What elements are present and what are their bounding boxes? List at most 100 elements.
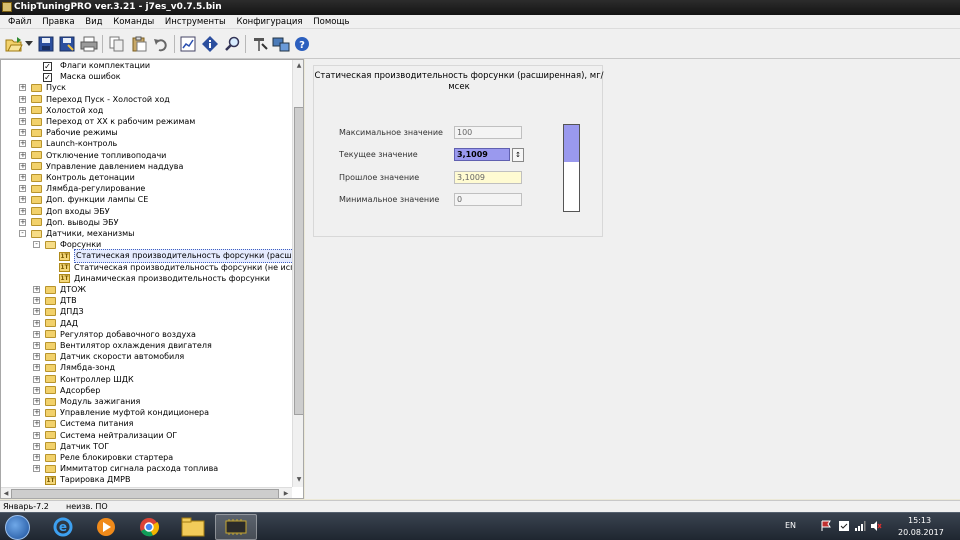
chrome-icon[interactable] [128, 514, 170, 540]
dropdown-arrow-icon[interactable] [24, 34, 34, 54]
scroll-thumb[interactable] [294, 107, 303, 415]
expand-icon[interactable]: + [19, 129, 26, 137]
scroll-down-icon[interactable]: ▼ [294, 475, 303, 485]
tree-item[interactable]: + Регулятор добавочного воздуха [1, 329, 291, 340]
expand-icon[interactable]: + [19, 118, 26, 125]
expand-icon[interactable]: + [33, 353, 40, 361]
tree-item[interactable]: + Рабочие режимы [1, 127, 291, 138]
tree-item[interactable]: - Датчики, механизмы [1, 228, 291, 239]
value-spinner-icon[interactable]: ↕ [512, 148, 524, 162]
tree-item[interactable]: + Переход Пуск - Холостой ход [1, 94, 291, 105]
expand-icon[interactable]: + [33, 308, 40, 316]
tree-item[interactable]: + Launch-контроль [1, 138, 291, 149]
clock-time[interactable]: 15:13 [908, 516, 931, 525]
tree-item[interactable]: + ДТВ [1, 295, 291, 306]
expand-icon[interactable]: + [19, 162, 26, 170]
connect-icon[interactable] [271, 34, 291, 54]
window-title-bar[interactable]: ChipTuningPRO ver.3.21 - j7es_v0.7.5.bin [0, 0, 960, 15]
open-icon[interactable] [4, 34, 24, 54]
expand-icon[interactable]: + [33, 398, 40, 405]
scroll-right-icon[interactable]: ▶ [281, 489, 291, 498]
flag-icon[interactable] [820, 520, 832, 534]
tree-item[interactable]: + Иммитатор сигнала расхода топлива [1, 463, 291, 474]
internet-explorer-icon[interactable]: e [42, 514, 84, 540]
volume-muted-icon[interactable] [870, 520, 882, 534]
expand-icon[interactable]: + [33, 286, 40, 293]
collapse-icon[interactable]: - [33, 241, 40, 249]
tree-item[interactable]: + Переход от ХХ к рабочим режимам [1, 116, 291, 127]
expand-icon[interactable]: + [19, 218, 26, 226]
language-indicator[interactable]: EN [785, 521, 796, 530]
expand-icon[interactable]: + [33, 420, 40, 428]
save-as-icon[interactable] [57, 34, 77, 54]
expand-icon[interactable]: + [19, 106, 26, 114]
menu-configuration[interactable]: Конфигурация [232, 15, 306, 29]
expand-icon[interactable]: + [33, 364, 40, 372]
expand-icon[interactable]: + [33, 342, 40, 349]
expand-icon[interactable]: + [33, 386, 40, 394]
expand-icon[interactable]: + [19, 174, 26, 181]
tree-item[interactable]: + Доп. функции лампы СЕ [1, 194, 291, 205]
tree-item[interactable]: + Доп. выводы ЭБУ [1, 217, 291, 228]
expand-icon[interactable]: + [33, 465, 40, 473]
chiptuningpro-icon[interactable] [215, 514, 257, 540]
search-icon[interactable] [222, 34, 242, 54]
scroll-thumb-horizontal[interactable] [11, 489, 279, 498]
menu-edit[interactable]: Правка [38, 15, 78, 29]
expand-icon[interactable]: + [33, 319, 40, 327]
tree-item[interactable]: + ДТОЖ [1, 284, 291, 295]
tree-item[interactable]: ✓ Маска ошибок [1, 71, 291, 82]
collapse-icon[interactable]: - [19, 230, 26, 237]
tree-item[interactable]: 1T Динамическая производительность форсун… [1, 273, 291, 284]
tree-item[interactable]: + Адсорбер [1, 385, 291, 396]
expand-icon[interactable]: + [33, 409, 40, 417]
expand-icon[interactable]: + [33, 375, 40, 383]
tree-item[interactable]: + Отключение топливоподачи [1, 150, 291, 161]
clock-date[interactable]: 20.08.2017 [898, 528, 944, 537]
tree-item[interactable]: + ДАД [1, 318, 291, 329]
tree-item[interactable]: + Пуск [1, 82, 291, 93]
menu-view[interactable]: Вид [81, 15, 106, 29]
tree-item[interactable]: + Лямбда-зонд [1, 362, 291, 373]
print-icon[interactable] [79, 34, 99, 54]
expand-icon[interactable]: + [33, 297, 40, 305]
start-button[interactable] [5, 515, 30, 540]
expand-icon[interactable]: + [19, 185, 26, 193]
scroll-left-icon[interactable]: ◀ [1, 489, 11, 498]
scroll-up-icon[interactable]: ▲ [294, 61, 303, 71]
tree-item[interactable]: + Реле блокировки стартера [1, 452, 291, 463]
undo-icon[interactable] [151, 34, 171, 54]
tree-item[interactable]: + ДПДЗ [1, 306, 291, 317]
tree-item[interactable]: + Лямбда-регулирование [1, 183, 291, 194]
help-icon[interactable]: ? [292, 34, 312, 54]
save-icon[interactable] [36, 34, 56, 54]
expand-icon[interactable]: + [19, 95, 26, 103]
tree-item[interactable]: + Вентилятор охлаждения двигателя [1, 340, 291, 351]
tree-item[interactable]: + Контроль детонации [1, 172, 291, 183]
paste-icon[interactable] [129, 34, 149, 54]
menu-commands[interactable]: Команды [109, 15, 158, 29]
menu-file[interactable]: Файл [4, 15, 35, 29]
tree-item[interactable]: 1T Тарировка ДМРВ [1, 474, 291, 485]
tools-icon[interactable] [250, 34, 270, 54]
tree-item[interactable]: + Управление давлением наддува [1, 161, 291, 172]
tree-item[interactable]: + Система питания [1, 418, 291, 429]
expand-icon[interactable]: + [19, 84, 26, 92]
horizontal-scrollbar[interactable]: ◀ ▶ [1, 487, 292, 498]
expand-icon[interactable]: + [19, 140, 26, 148]
tree-item[interactable]: + Датчик скорости автомобиля [1, 351, 291, 362]
vertical-scrollbar[interactable]: ▲ ▼ [292, 60, 303, 487]
expand-icon[interactable]: + [19, 151, 26, 159]
expand-icon[interactable]: + [33, 454, 40, 461]
tree-item[interactable]: + Система нейтрализации ОГ [1, 430, 291, 441]
expand-icon[interactable]: + [33, 431, 40, 439]
expand-icon[interactable]: + [19, 196, 26, 204]
file-explorer-icon[interactable] [172, 514, 214, 540]
current-value-input[interactable]: 3,1009 [454, 148, 510, 161]
expand-icon[interactable]: + [33, 442, 40, 450]
tree-item[interactable]: + Доп входы ЭБУ [1, 206, 291, 217]
menu-help[interactable]: Помощь [309, 15, 353, 29]
tree-item[interactable]: + Контроллер ШДК [1, 374, 291, 385]
tree-item[interactable]: + Управление муфтой кондиционера [1, 407, 291, 418]
menu-tools[interactable]: Инструменты [161, 15, 230, 29]
